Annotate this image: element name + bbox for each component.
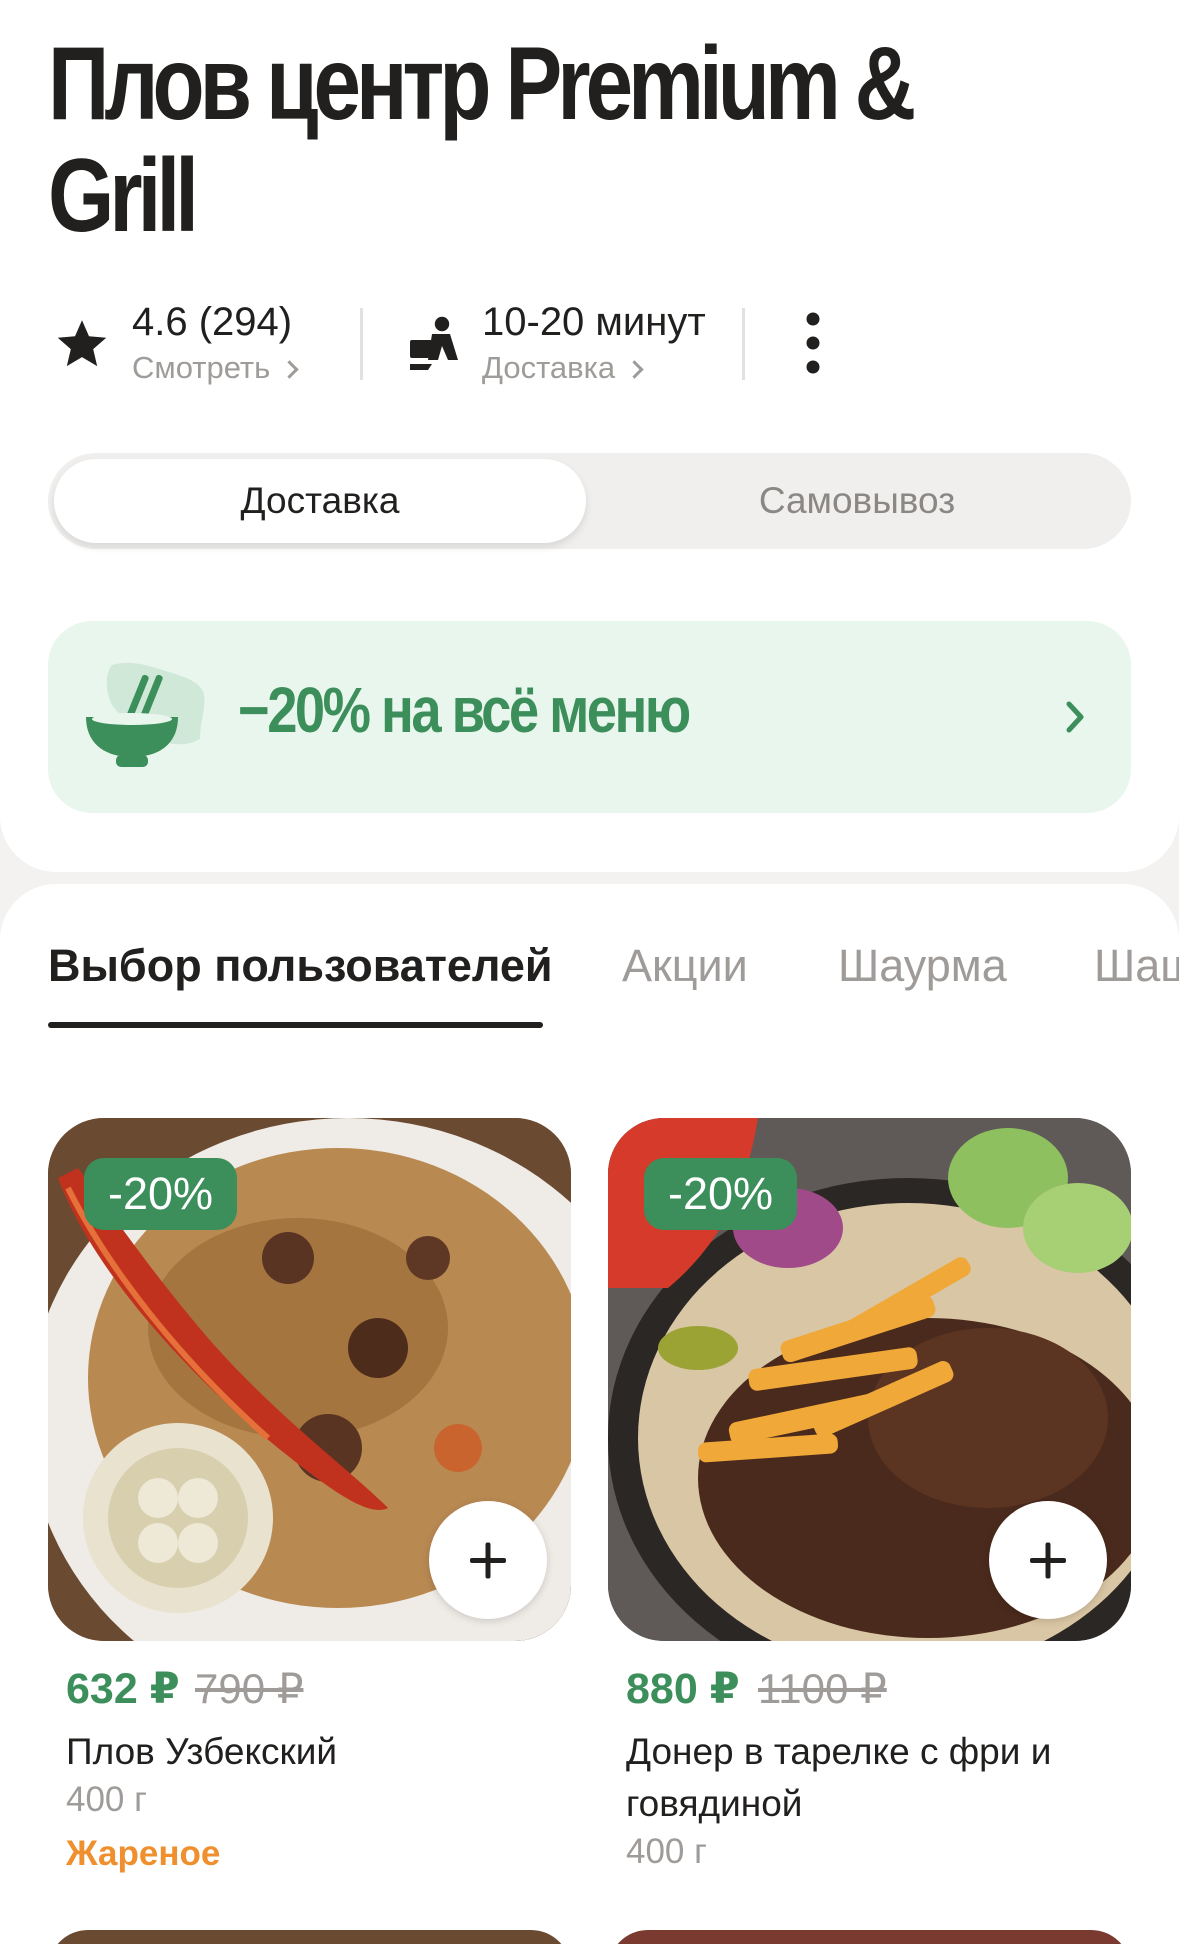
add-to-cart-button[interactable] xyxy=(429,1501,547,1619)
restaurant-title: Плов центр Premium & Grill xyxy=(48,28,991,252)
segment-delivery[interactable]: Доставка xyxy=(54,453,586,549)
tab-users-choice[interactable]: Выбор пользователей xyxy=(48,940,553,992)
delivery-time-block[interactable]: 10-20 минут Доставка xyxy=(404,296,764,386)
meta-divider xyxy=(742,308,745,380)
price-old: 1100 ₽ xyxy=(758,1665,887,1712)
product-tag: Жареное xyxy=(66,1834,221,1873)
chevron-right-icon xyxy=(280,360,299,379)
product-weight: 400 г xyxy=(626,1832,707,1871)
star-icon xyxy=(57,320,107,367)
price-current: 880 ₽ xyxy=(626,1665,740,1713)
tab-promotions[interactable]: Акции xyxy=(622,940,748,992)
add-to-cart-button[interactable] xyxy=(989,1501,1107,1619)
discount-badge: -20% xyxy=(644,1158,798,1230)
chevron-right-icon xyxy=(1066,701,1084,733)
restaurant-header-card: Плов центр Premium & Grill 4.6 (294) Смо… xyxy=(0,0,1179,872)
delivery-mode-switch: Доставка Самовывоз xyxy=(48,453,1131,549)
promo-banner[interactable]: −20% на всё меню xyxy=(48,621,1131,813)
price-current: 632 ₽ xyxy=(66,1665,180,1713)
product-image-plov[interactable]: -20% xyxy=(48,1118,571,1641)
bowl-chopsticks-icon xyxy=(86,662,205,767)
tab-shawarma[interactable]: Шаурма xyxy=(838,940,1007,992)
more-options-button[interactable] xyxy=(788,296,868,386)
price-old: 790 ₽ xyxy=(195,1665,304,1712)
product-image-doner[interactable]: -20% xyxy=(608,1118,1131,1641)
next-product-image-peek xyxy=(48,1930,571,1944)
tab-active-underline xyxy=(48,1022,543,1028)
rating-link[interactable]: Смотреть xyxy=(132,350,299,386)
meta-divider xyxy=(360,308,363,380)
tab-shashlik[interactable]: Шаш xyxy=(1094,940,1179,992)
product-name: Донер в тарелке с фри и говядиной xyxy=(626,1731,1052,1824)
more-vertical-icon xyxy=(806,312,820,374)
delivery-time: 10-20 минут xyxy=(482,300,706,344)
restaurant-title-line-1: Плов центр Premium & xyxy=(48,26,916,142)
restaurant-meta-row: 4.6 (294) Смотреть 10-20 минут Доставка xyxy=(48,296,1131,386)
product-weight: 400 г xyxy=(66,1780,147,1819)
restaurant-title-line-2: Grill xyxy=(48,138,199,254)
product-name: Плов Узбекский xyxy=(66,1731,338,1772)
next-product-image-peek xyxy=(608,1930,1131,1944)
chevron-right-icon xyxy=(625,360,644,379)
promo-text: −20% на всё меню xyxy=(238,674,691,746)
discount-badge: -20% xyxy=(84,1158,238,1230)
delivery-link[interactable]: Доставка xyxy=(482,350,644,386)
rating-block[interactable]: 4.6 (294) Смотреть xyxy=(48,296,328,386)
delivery-link-label: Доставка xyxy=(482,350,616,385)
segment-pickup[interactable]: Самовывоз xyxy=(589,453,1125,549)
courier-icon xyxy=(410,316,458,370)
rating-link-label: Смотреть xyxy=(132,350,271,385)
rating-value: 4.6 (294) xyxy=(132,300,293,344)
